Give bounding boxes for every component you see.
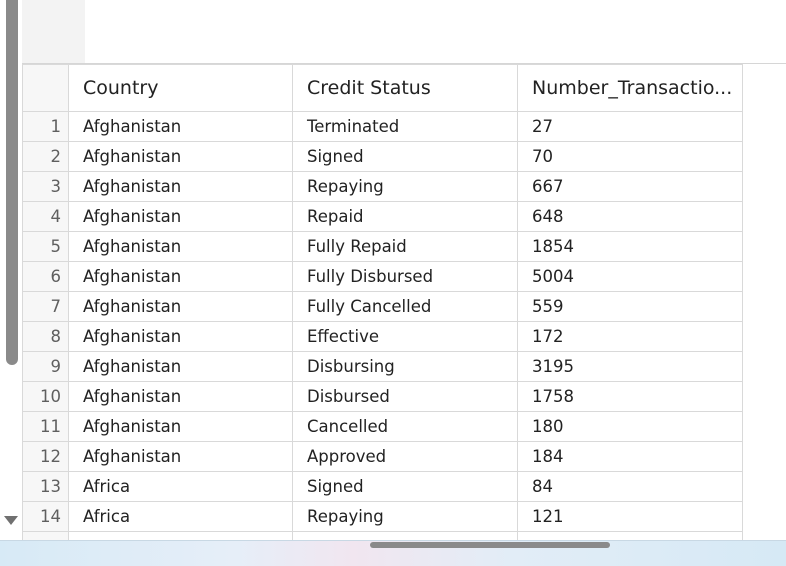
cell-number-transactions[interactable]: 27 [517, 111, 743, 142]
row-index: 6 [22, 261, 69, 292]
row-index: 5 [22, 231, 69, 262]
row-index: 2 [22, 141, 69, 172]
cell-number-transactions[interactable]: 70 [517, 141, 743, 172]
row-index: 3 [22, 171, 69, 202]
vertical-scrollbar-track[interactable] [0, 0, 22, 540]
cell-country[interactable]: Afghanistan [68, 111, 293, 142]
cell-country[interactable]: Afghanistan [68, 351, 293, 382]
row-index: 12 [22, 441, 69, 472]
table-row[interactable]: 7 Afghanistan Fully Cancelled 559 [22, 291, 743, 322]
cell-credit-status[interactable]: Repaying [292, 501, 518, 532]
row-index: 14 [22, 501, 69, 532]
table-row[interactable]: 2 Afghanistan Signed 70 [22, 141, 743, 172]
table-row[interactable]: 5 Afghanistan Fully Repaid 1854 [22, 231, 743, 262]
column-header-country[interactable]: Country [68, 64, 293, 112]
cell-number-transactions[interactable]: 5004 [517, 261, 743, 292]
cell-number-transactions[interactable]: 1854 [517, 231, 743, 262]
cell-credit-status[interactable]: Repaid [292, 201, 518, 232]
row-index: 8 [22, 321, 69, 352]
table-row[interactable]: 9 Afghanistan Disbursing 3195 [22, 351, 743, 382]
cell-country[interactable]: Afghanistan [68, 231, 293, 262]
vertical-scrollbar-thumb[interactable] [6, 0, 18, 365]
cell-credit-status[interactable]: Repaying [292, 171, 518, 202]
cell-number-transactions[interactable]: 172 [517, 321, 743, 352]
cell-credit-status[interactable]: Fully Disbursed [292, 261, 518, 292]
table-row[interactable]: 6 Afghanistan Fully Disbursed 5004 [22, 261, 743, 292]
table-row[interactable]: 13 Africa Signed 84 [22, 471, 743, 502]
data-table: Country Credit Status Number_Transactio.… [22, 64, 743, 541]
table-row[interactable]: 3 Afghanistan Repaying 667 [22, 171, 743, 202]
cell-credit-status[interactable]: Disbursed [292, 381, 518, 412]
cell-number-transactions[interactable]: 559 [517, 291, 743, 322]
cell-number-transactions[interactable]: 184 [517, 441, 743, 472]
cell-country[interactable]: Africa [68, 501, 293, 532]
data-grid: Country Credit Status Number_Transactio.… [22, 63, 786, 541]
cell-country[interactable]: Afghanistan [68, 261, 293, 292]
scroll-down-icon[interactable] [4, 516, 18, 525]
cell-credit-status[interactable]: Cancelled [292, 411, 518, 442]
cell-country[interactable]: Afghanistan [68, 171, 293, 202]
table-row[interactable]: 10 Afghanistan Disbursed 1758 [22, 381, 743, 412]
row-index: 9 [22, 351, 69, 382]
table-row[interactable]: 8 Afghanistan Effective 172 [22, 321, 743, 352]
row-index: 1 [22, 111, 69, 142]
cell-credit-status[interactable]: Effective [292, 321, 518, 352]
table-row[interactable]: 4 Afghanistan Repaid 648 [22, 201, 743, 232]
row-index: 4 [22, 201, 69, 232]
row-index: 13 [22, 471, 69, 502]
cell-country[interactable]: Africa [68, 471, 293, 502]
row-index: 11 [22, 411, 69, 442]
cell-country[interactable]: Afghanistan [68, 201, 293, 232]
cell-country[interactable]: Afghanistan [68, 141, 293, 172]
row-index: 7 [22, 291, 69, 322]
cell-credit-status[interactable]: Signed [292, 141, 518, 172]
cell-number-transactions[interactable]: 667 [517, 171, 743, 202]
cell-credit-status[interactable]: Disbursing [292, 351, 518, 382]
index-header[interactable] [22, 64, 69, 112]
cell-credit-status[interactable]: Fully Repaid [292, 231, 518, 262]
cell-number-transactions[interactable]: 3195 [517, 351, 743, 382]
cell-country[interactable]: Afghanistan [68, 291, 293, 322]
cell-country[interactable]: Afghanistan [68, 441, 293, 472]
table-row[interactable]: 1 Afghanistan Terminated 27 [22, 111, 743, 142]
header-row: Country Credit Status Number_Transactio.… [22, 64, 743, 112]
cell-credit-status[interactable]: Approved [292, 441, 518, 472]
cell-number-transactions[interactable]: 180 [517, 411, 743, 442]
horizontal-scrollbar-thumb[interactable] [370, 542, 610, 548]
table-row[interactable]: 11 Afghanistan Cancelled 180 [22, 411, 743, 442]
column-header-number-transactions[interactable]: Number_Transactio... [517, 64, 743, 112]
row-index: 10 [22, 381, 69, 412]
panel-corner [22, 0, 85, 63]
cell-country[interactable]: Afghanistan [68, 321, 293, 352]
cell-country[interactable]: Afghanistan [68, 381, 293, 412]
cell-number-transactions[interactable]: 1758 [517, 381, 743, 412]
cell-credit-status[interactable]: Signed [292, 471, 518, 502]
cell-country[interactable]: Afghanistan [68, 411, 293, 442]
cell-number-transactions[interactable]: 648 [517, 201, 743, 232]
column-header-credit-status[interactable]: Credit Status [292, 64, 518, 112]
table-row[interactable]: 14 Africa Repaying 121 [22, 501, 743, 532]
cell-number-transactions[interactable]: 121 [517, 501, 743, 532]
cell-credit-status[interactable]: Fully Cancelled [292, 291, 518, 322]
table-row[interactable]: 12 Afghanistan Approved 184 [22, 441, 743, 472]
cell-credit-status[interactable]: Terminated [292, 111, 518, 142]
cell-number-transactions[interactable]: 84 [517, 471, 743, 502]
